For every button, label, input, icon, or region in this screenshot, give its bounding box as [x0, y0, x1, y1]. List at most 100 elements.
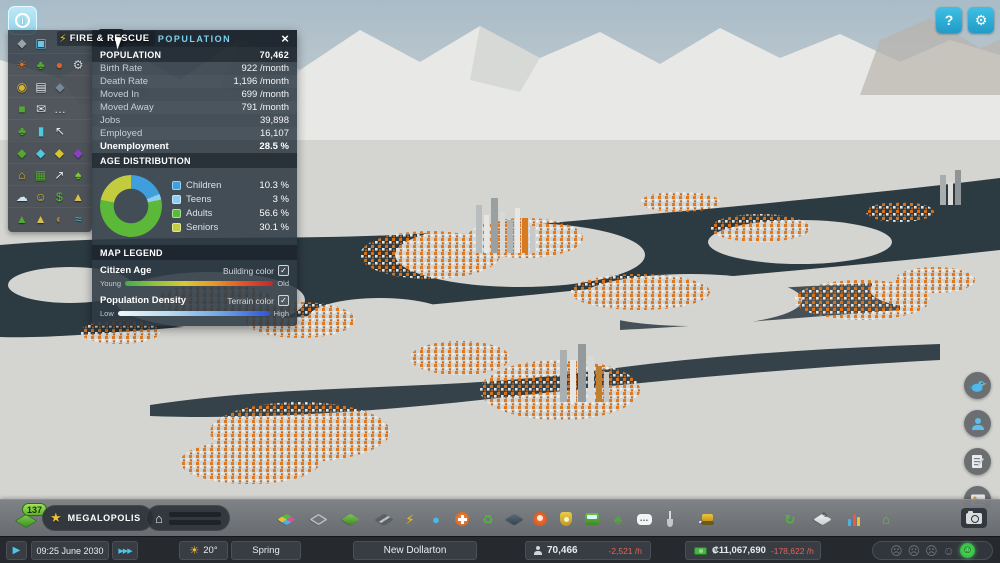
city-progress-pill[interactable]: ⌂ [146, 505, 230, 531]
landscaping-tool[interactable] [340, 509, 360, 529]
maintenance-icon[interactable]: ⚙ [69, 56, 87, 74]
building-color-checkbox[interactable]: ✓ [278, 265, 289, 276]
pencil-icon: ✎ [822, 512, 829, 520]
play-pause-button[interactable]: ▶ [6, 541, 27, 560]
roads-tool[interactable] [374, 509, 394, 529]
healthcare-tool[interactable] [452, 509, 472, 529]
transportation-tool[interactable] [582, 509, 602, 529]
city-name-display[interactable]: New Dollarton [353, 541, 477, 560]
zones-yellow-icon[interactable]: ◆ [51, 144, 69, 162]
bird-icon [969, 377, 987, 395]
xp-widget[interactable]: 137 [14, 507, 40, 531]
pollution-icon[interactable]: ♠ [69, 166, 87, 184]
sidebar-row: ♣ ▮ ↖ [8, 120, 92, 142]
statistics-button[interactable] [844, 509, 864, 529]
electricity-tool[interactable]: ⚡ [400, 509, 420, 529]
heat-icon[interactable]: ☀ [13, 56, 31, 74]
zones-cyan-icon[interactable]: ◆ [32, 144, 50, 162]
sidebar-row: ⌂ ▦ ↗ ♠ [8, 164, 92, 186]
legend-population-density: Population Density Terrain color ✓ Low H… [92, 290, 297, 320]
terrain-color-checkbox[interactable]: ✓ [278, 295, 289, 306]
economy-icon[interactable]: $ [51, 188, 69, 206]
battery-icon[interactable]: ▮ [32, 122, 50, 140]
garbage-tool[interactable]: ♻ [478, 509, 498, 529]
water-sewage-tool[interactable]: ● [426, 509, 446, 529]
neutral-face-icon: ☹ [925, 545, 938, 557]
zones-green-icon[interactable]: ◆ [13, 144, 31, 162]
weather-icon[interactable]: ☁ [13, 188, 31, 206]
happy-face-icon: ☺ [960, 543, 975, 558]
speed-icon: ▶▶▶ [118, 547, 131, 555]
parks-icon[interactable]: ♣ [13, 122, 31, 140]
photo-mode-button[interactable] [961, 508, 987, 528]
city-information-button[interactable]: ✎ [812, 509, 832, 529]
terrain-icon[interactable]: ▲ [13, 210, 31, 228]
status-bar: ▶ 09:25 June 2030 ▶▶▶ ☀ 20° Spring New D… [0, 536, 1000, 563]
chirper-button[interactable] [964, 372, 991, 399]
settings-button[interactable]: ⚙ [968, 7, 994, 33]
population-display[interactable]: 70,466 -2,521 /h [525, 541, 651, 560]
zones-purple-icon[interactable]: ◆ [69, 144, 87, 162]
screen-icon[interactable]: ▣ [32, 34, 50, 52]
land-value-icon[interactable]: ▦ [32, 166, 50, 184]
trends-icon[interactable]: ↗ [51, 166, 69, 184]
sidebar-row: ☁ ☺ $ ▲ [8, 186, 92, 208]
happiness-widget[interactable]: ☹ ☹ ☹ ☺ ☺ [872, 541, 993, 560]
happiness-icon[interactable]: ☺ [32, 188, 50, 206]
fire-alarm-icon [533, 512, 547, 526]
ore-resource-icon[interactable]: ◐ [51, 210, 69, 228]
bulldoze-tool[interactable] [697, 509, 717, 529]
money-display[interactable]: ₡11,067,690 -178,622 /h [685, 541, 821, 560]
zones-tool[interactable] [276, 509, 296, 529]
terraforming-tool[interactable] [660, 509, 680, 529]
population-total: 70,462 [260, 50, 289, 60]
parks-recreation-tool[interactable]: ♣ [608, 509, 628, 529]
money-value: ₡11,067,690 [712, 545, 766, 556]
trophy-icon: ★ [50, 510, 62, 526]
milestone-pill[interactable]: ★ MEGALOPOLIS [42, 505, 153, 531]
map-legend-section-header: MAP LEGEND [92, 245, 297, 260]
areas-tool[interactable] [308, 509, 328, 529]
progression-button[interactable]: ⌂ [876, 509, 896, 529]
chat-bubble-icon: … [637, 514, 652, 525]
police-tool[interactable] [556, 509, 576, 529]
sidebar-row: ▲ ▲ ◐ ≈ [8, 208, 92, 230]
communications-tool[interactable]: … [634, 509, 654, 529]
fire-rescue-icon[interactable]: ● [51, 56, 69, 74]
administration-icon[interactable]: ▤ [32, 78, 50, 96]
close-icon[interactable]: × [277, 30, 293, 46]
stat-row-jobs: Jobs39,898 [92, 114, 297, 127]
sidebar-row: ☀ ♣ ● ⚙ [8, 54, 92, 76]
garbage-icon[interactable]: ■ [13, 100, 31, 118]
temperature-display[interactable]: ☀ 20° [179, 541, 228, 560]
economy-panel-button[interactable]: ↻ [780, 509, 800, 529]
progression-icon[interactable]: ◆ [13, 34, 31, 52]
age-row-teens: Teens 3 % [172, 194, 289, 205]
education-icon[interactable]: ◆ [51, 78, 69, 96]
residential-icon[interactable]: ⌂ [13, 166, 31, 184]
journal-icon [970, 454, 985, 469]
education-tool[interactable] [504, 509, 524, 529]
sidebar-row: ■ ✉ … [8, 98, 92, 120]
police-icon[interactable]: ◉ [13, 78, 31, 96]
workers-icon[interactable]: ▲ [69, 188, 87, 206]
citizens-button[interactable] [964, 410, 991, 437]
season-display[interactable]: Spring [231, 541, 301, 560]
selector-icon[interactable]: ↖ [51, 122, 69, 140]
bus-icon [585, 513, 599, 525]
datetime-display[interactable]: 09:25 June 2030 [31, 541, 109, 560]
milestone-name: MEGALOPOLIS [68, 513, 141, 523]
journal-button[interactable] [964, 448, 991, 475]
city-icon: ⌂ [155, 511, 163, 526]
sand-resource-icon[interactable]: ▲ [32, 210, 50, 228]
post-icon[interactable]: ✉ [32, 100, 50, 118]
stat-row-death-rate: Death Rate1,196 /month [92, 75, 297, 88]
sim-speed-button[interactable]: ▶▶▶ [112, 541, 138, 560]
stat-row-moved-away: Moved Away791 /month [92, 101, 297, 114]
water-features-icon[interactable]: ≈ [69, 210, 87, 228]
help-button[interactable]: ? [936, 7, 962, 33]
sidebar-row: ◆ ◆ ◆ ◆ [8, 142, 92, 164]
telecom-icon[interactable]: … [51, 100, 69, 118]
fire-rescue-tool[interactable] [530, 509, 550, 529]
forestry-icon[interactable]: ♣ [32, 56, 50, 74]
